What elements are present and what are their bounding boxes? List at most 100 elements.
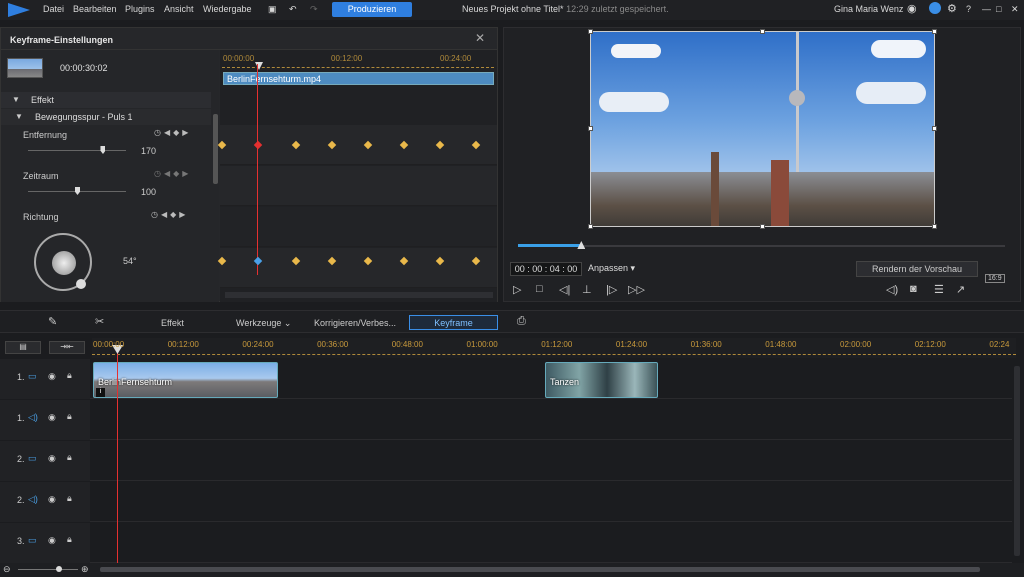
split-icon[interactable]: ⊥ (582, 283, 592, 296)
resize-handle[interactable] (760, 29, 765, 34)
minimize-icon[interactable]: — (982, 4, 991, 14)
edit-toolbar: ✎ ✂ Effekt Werkzeuge ⌄ Korrigieren/Verbe… (0, 310, 1024, 333)
redo-icon[interactable]: ↷ (310, 4, 318, 15)
timeline-clip-berlin[interactable]: BerlinFernsehturm i (93, 362, 278, 398)
maximize-icon[interactable]: □ (996, 4, 1001, 14)
render-preview-button[interactable]: Rendern der Vorschau (856, 261, 978, 277)
timeline-playhead[interactable] (117, 347, 118, 564)
section-track[interactable]: ▼ Bewegungsspur - Puls 1 (1, 109, 211, 125)
external-icon[interactable]: ↗ (956, 283, 965, 296)
save-icon[interactable]: ▣ (268, 4, 277, 15)
scrollbar[interactable] (213, 114, 218, 184)
lock-icon[interactable]: 🔒︎ (67, 452, 72, 463)
fit-timeline-icon[interactable]: ⇥⇤ (49, 341, 85, 354)
lock-icon[interactable]: 🔒︎ (67, 493, 72, 504)
timeline-hscroll[interactable] (100, 567, 980, 572)
next-frame-icon[interactable]: |▷ (606, 283, 617, 296)
keyframe-controls[interactable]: ◷◀◆▶ (154, 128, 191, 137)
video-track-icon: ▭ (28, 453, 37, 463)
timeline-tick: 01:12:00 (541, 340, 573, 349)
fit-dropdown[interactable]: Anpassen ▾ (588, 263, 635, 274)
timeline-clip-tanzen[interactable]: Tanzen (545, 362, 658, 398)
stop-icon[interactable]: □ (536, 283, 543, 295)
zoom-knob[interactable] (56, 566, 62, 572)
effect-button[interactable]: Effekt (161, 318, 184, 328)
resize-handle[interactable] (932, 29, 937, 34)
keyframe-controls[interactable]: ◷◀◆▶ (151, 210, 188, 219)
pen-icon[interactable]: ✎ (48, 315, 57, 328)
undo-icon[interactable]: ↶ (289, 4, 297, 15)
zoom-out-icon[interactable]: ⊖ (3, 564, 11, 575)
aspect-ratio[interactable]: 16:9 (985, 274, 1005, 283)
resize-handle[interactable] (932, 224, 937, 229)
resize-handle[interactable] (588, 126, 593, 131)
lock-icon[interactable]: 🔒︎ (67, 411, 72, 422)
timeline-vscroll[interactable] (1014, 366, 1020, 556)
preview-video[interactable] (590, 31, 935, 227)
eye-icon[interactable]: ◉ (48, 453, 56, 464)
scissors-icon[interactable]: ✂ (95, 315, 104, 328)
time-slider-knob[interactable] (75, 187, 80, 195)
track-header: 1. ▭ ◉ 🔒︎ (0, 359, 90, 399)
param-label: Entfernung (23, 130, 68, 140)
zoom-slider[interactable] (18, 569, 78, 570)
distance-slider-knob[interactable] (100, 146, 106, 154)
section-effect[interactable]: ▼ Effekt (1, 92, 211, 108)
cloud (856, 82, 926, 104)
menu-bearbeiten[interactable]: Bearbeiten (73, 4, 117, 14)
notification-icon[interactable] (929, 2, 941, 14)
preview-progress-track[interactable] (518, 245, 1005, 247)
resize-handle[interactable] (932, 126, 937, 131)
volume-icon[interactable]: ◁) (886, 283, 898, 296)
menu-datei[interactable]: Datei (43, 4, 64, 14)
save-status: 12:29 zuletzt gespeichert. (566, 4, 669, 14)
eye-icon[interactable]: ◉ (48, 494, 56, 505)
dial-knob[interactable] (52, 251, 76, 275)
keyframe-header: Keyframe-Einstellungen ✕ (1, 28, 497, 50)
menu-plugins[interactable]: Plugins (125, 4, 155, 14)
subtitle-icon[interactable]: ☰ (934, 283, 944, 296)
play-icon[interactable]: ▷ (513, 283, 521, 296)
preview-timecode[interactable]: 00 : 00 : 04 : 00 (510, 262, 582, 276)
track-manager-icon[interactable]: ▤ (5, 341, 41, 354)
resize-handle[interactable] (588, 29, 593, 34)
section-track-label: Bewegungsspur - Puls 1 (35, 112, 133, 122)
menu-ansicht[interactable]: Ansicht (164, 4, 194, 14)
lock-icon[interactable]: 🔒︎ (67, 534, 72, 545)
keyframe-hscroll[interactable] (225, 292, 493, 298)
keyframe-controls[interactable]: ◷◀◆▶ (154, 169, 191, 178)
direction-dial[interactable] (34, 233, 92, 291)
prev-frame-icon[interactable]: ◁| (559, 283, 570, 296)
tools-dropdown[interactable]: Werkzeuge ⌄ (236, 318, 291, 329)
gear-icon[interactable]: ⚙ (947, 2, 957, 15)
help-icon[interactable]: ? (966, 4, 971, 14)
time-value: 100 (141, 187, 157, 197)
close-icon[interactable]: ✕ (475, 31, 485, 45)
eye-icon[interactable]: ◉ (48, 412, 56, 423)
menu-wiedergabe[interactable]: Wiedergabe (203, 4, 252, 14)
clip-label: BerlinFernsehturm (98, 377, 173, 387)
account-icon[interactable]: ◉ (907, 2, 917, 15)
info-icon[interactable]: i (96, 388, 105, 397)
direction-value: 54° (123, 256, 137, 266)
correct-button[interactable]: Korrigieren/Verbes... (314, 318, 396, 328)
camera-icon[interactable]: ◙ (910, 283, 917, 295)
eye-icon[interactable]: ◉ (48, 535, 56, 546)
resize-handle[interactable] (588, 224, 593, 229)
fast-forward-icon[interactable]: ▷▷ (628, 283, 645, 296)
lock-icon[interactable]: 🔒︎ (67, 370, 72, 381)
export-icon[interactable]: ⎙ (517, 315, 526, 328)
zoom-in-icon[interactable]: ⊕ (81, 564, 89, 575)
keyframe-button[interactable]: Keyframe (409, 315, 498, 330)
dial-handle[interactable] (76, 279, 86, 289)
project-title: Neues Projekt ohne Titel* 12:29 zuletzt … (462, 4, 669, 14)
resize-handle[interactable] (760, 224, 765, 229)
tv-tower (796, 32, 799, 182)
distance-slider-track[interactable] (28, 150, 126, 151)
clip-label: Tanzen (550, 377, 580, 387)
eye-icon[interactable]: ◉ (48, 371, 56, 382)
cloud (611, 44, 661, 58)
keyframe-clip-bar[interactable]: BerlinFernsehturm.mp4 (223, 72, 494, 85)
produce-button[interactable]: Produzieren (332, 2, 412, 17)
close-window-icon[interactable]: ✕ (1011, 4, 1019, 15)
